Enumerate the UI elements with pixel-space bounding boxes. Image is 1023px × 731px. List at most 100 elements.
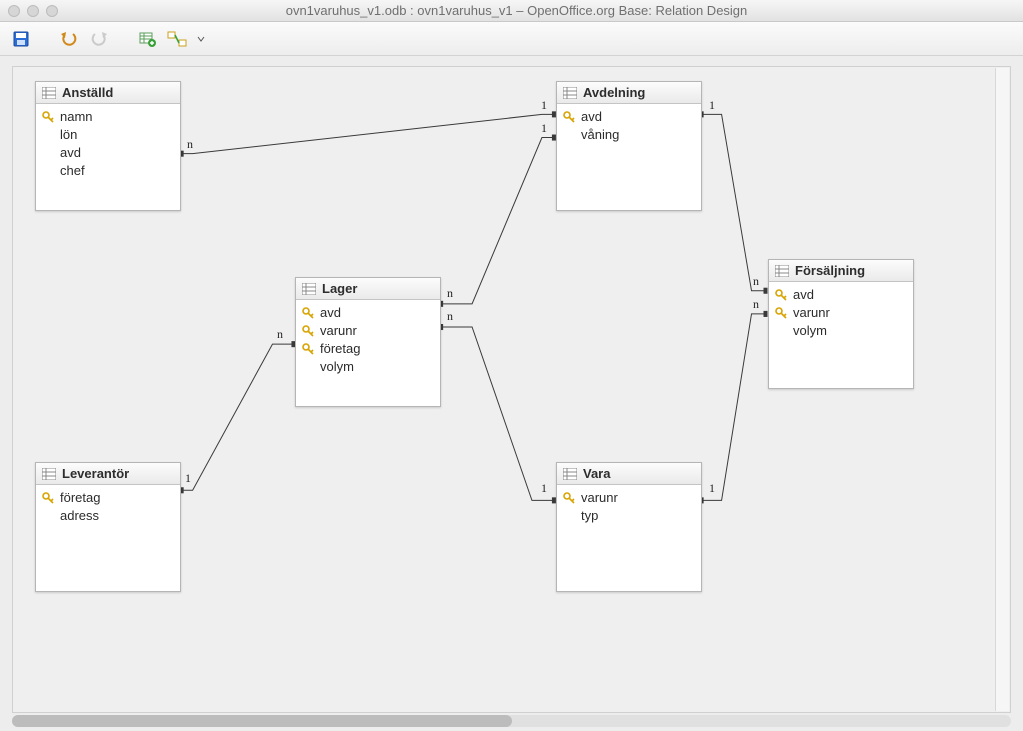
card-label: n xyxy=(753,297,759,312)
key-icon xyxy=(775,289,787,301)
table-header[interactable]: Leverantör xyxy=(36,463,180,485)
add-table-button[interactable] xyxy=(136,28,158,50)
table-row[interactable]: varunr xyxy=(302,322,434,340)
table-header[interactable]: Lager xyxy=(296,278,440,300)
field-name: avd xyxy=(60,144,81,162)
field-name: volym xyxy=(320,358,354,376)
card-label: 1 xyxy=(709,98,715,113)
field-name: chef xyxy=(60,162,85,180)
table-row[interactable]: avd xyxy=(563,108,695,126)
relation-canvas[interactable]: n 1 n 1 n 1 n 1 n 1 n 1 Anställd namn lö… xyxy=(12,66,1011,713)
key-icon xyxy=(563,492,575,504)
key-icon xyxy=(42,111,54,123)
key-icon xyxy=(42,492,54,504)
toolbar-overflow[interactable] xyxy=(196,28,206,50)
table-avdelning[interactable]: Avdelning avd våning xyxy=(556,81,702,211)
table-vara[interactable]: Vara varunr typ xyxy=(556,462,702,592)
key-icon xyxy=(563,111,575,123)
field-name: varunr xyxy=(581,489,618,507)
add-table-icon xyxy=(138,30,156,48)
table-row[interactable]: varunr xyxy=(775,304,907,322)
table-title: Avdelning xyxy=(583,85,645,100)
field-name: avd xyxy=(793,286,814,304)
table-forsaljning[interactable]: Försäljning avd varunr volym xyxy=(768,259,914,389)
card-label: 1 xyxy=(185,471,191,486)
table-title: Anställd xyxy=(62,85,113,100)
table-title: Leverantör xyxy=(62,466,129,481)
table-icon xyxy=(42,87,56,99)
table-lager[interactable]: Lager avd varunr företag volym xyxy=(295,277,441,407)
table-row[interactable]: avd xyxy=(302,304,434,322)
table-row[interactable]: företag xyxy=(42,489,174,507)
titlebar[interactable]: ovn1varuhus_v1.odb : ovn1varuhus_v1 – Op… xyxy=(0,0,1023,22)
card-label: 1 xyxy=(709,481,715,496)
card-label: n xyxy=(447,286,453,301)
table-header[interactable]: Vara xyxy=(557,463,701,485)
close-icon[interactable] xyxy=(8,5,20,17)
table-icon xyxy=(563,468,577,480)
table-header[interactable]: Anställd xyxy=(36,82,180,104)
table-anstalld[interactable]: Anställd namn lön avd chef xyxy=(35,81,181,211)
field-name: varunr xyxy=(793,304,830,322)
table-fields: namn lön avd chef xyxy=(36,104,180,190)
add-relation-icon xyxy=(167,30,187,48)
horizontal-scrollbar[interactable] xyxy=(12,715,1011,727)
card-label: n xyxy=(447,309,453,324)
field-name: adress xyxy=(60,507,99,525)
field-name: typ xyxy=(581,507,598,525)
redo-icon xyxy=(89,30,109,48)
undo-icon xyxy=(59,30,79,48)
key-icon xyxy=(302,343,314,355)
key-icon xyxy=(302,307,314,319)
redo-button[interactable] xyxy=(88,28,110,50)
table-row[interactable]: volym xyxy=(302,358,434,376)
card-label: 1 xyxy=(541,98,547,113)
app-window: ovn1varuhus_v1.odb : ovn1varuhus_v1 – Op… xyxy=(0,0,1023,731)
field-name: namn xyxy=(60,108,93,126)
table-row[interactable]: namn xyxy=(42,108,174,126)
table-fields: avd varunr volym xyxy=(769,282,913,350)
key-icon xyxy=(775,307,787,319)
table-row[interactable]: chef xyxy=(42,162,174,180)
table-icon xyxy=(42,468,56,480)
table-title: Lager xyxy=(322,281,357,296)
table-row[interactable]: lön xyxy=(42,126,174,144)
field-name: våning xyxy=(581,126,619,144)
table-row[interactable]: avd xyxy=(775,286,907,304)
card-label: n xyxy=(187,137,193,152)
table-header[interactable]: Avdelning xyxy=(557,82,701,104)
undo-button[interactable] xyxy=(58,28,80,50)
table-header[interactable]: Försäljning xyxy=(769,260,913,282)
table-row[interactable]: typ xyxy=(563,507,695,525)
field-name: avd xyxy=(320,304,341,322)
card-label: 1 xyxy=(541,481,547,496)
key-icon xyxy=(302,325,314,337)
table-row[interactable]: våning xyxy=(563,126,695,144)
table-fields: avd våning xyxy=(557,104,701,164)
horizontal-scrollbar-thumb[interactable] xyxy=(12,715,512,727)
zoom-icon[interactable] xyxy=(46,5,58,17)
chevron-down-icon xyxy=(197,32,205,46)
table-row[interactable]: varunr xyxy=(563,489,695,507)
add-relation-button[interactable] xyxy=(166,28,188,50)
field-name: företag xyxy=(60,489,100,507)
field-name: företag xyxy=(320,340,360,358)
field-name: varunr xyxy=(320,322,357,340)
table-fields: avd varunr företag volym xyxy=(296,300,440,386)
card-label: 1 xyxy=(541,121,547,136)
field-name: lön xyxy=(60,126,77,144)
table-icon xyxy=(775,265,789,277)
save-icon xyxy=(12,30,30,48)
table-leverantor[interactable]: Leverantör företag adress xyxy=(35,462,181,592)
table-row[interactable]: adress xyxy=(42,507,174,525)
table-title: Vara xyxy=(583,466,610,481)
field-name: avd xyxy=(581,108,602,126)
card-label: n xyxy=(277,327,283,342)
minimize-icon[interactable] xyxy=(27,5,39,17)
table-row[interactable]: volym xyxy=(775,322,907,340)
vertical-scrollbar[interactable] xyxy=(995,68,1009,711)
toolbar xyxy=(0,22,1023,56)
table-row[interactable]: företag xyxy=(302,340,434,358)
table-row[interactable]: avd xyxy=(42,144,174,162)
save-button[interactable] xyxy=(10,28,32,50)
